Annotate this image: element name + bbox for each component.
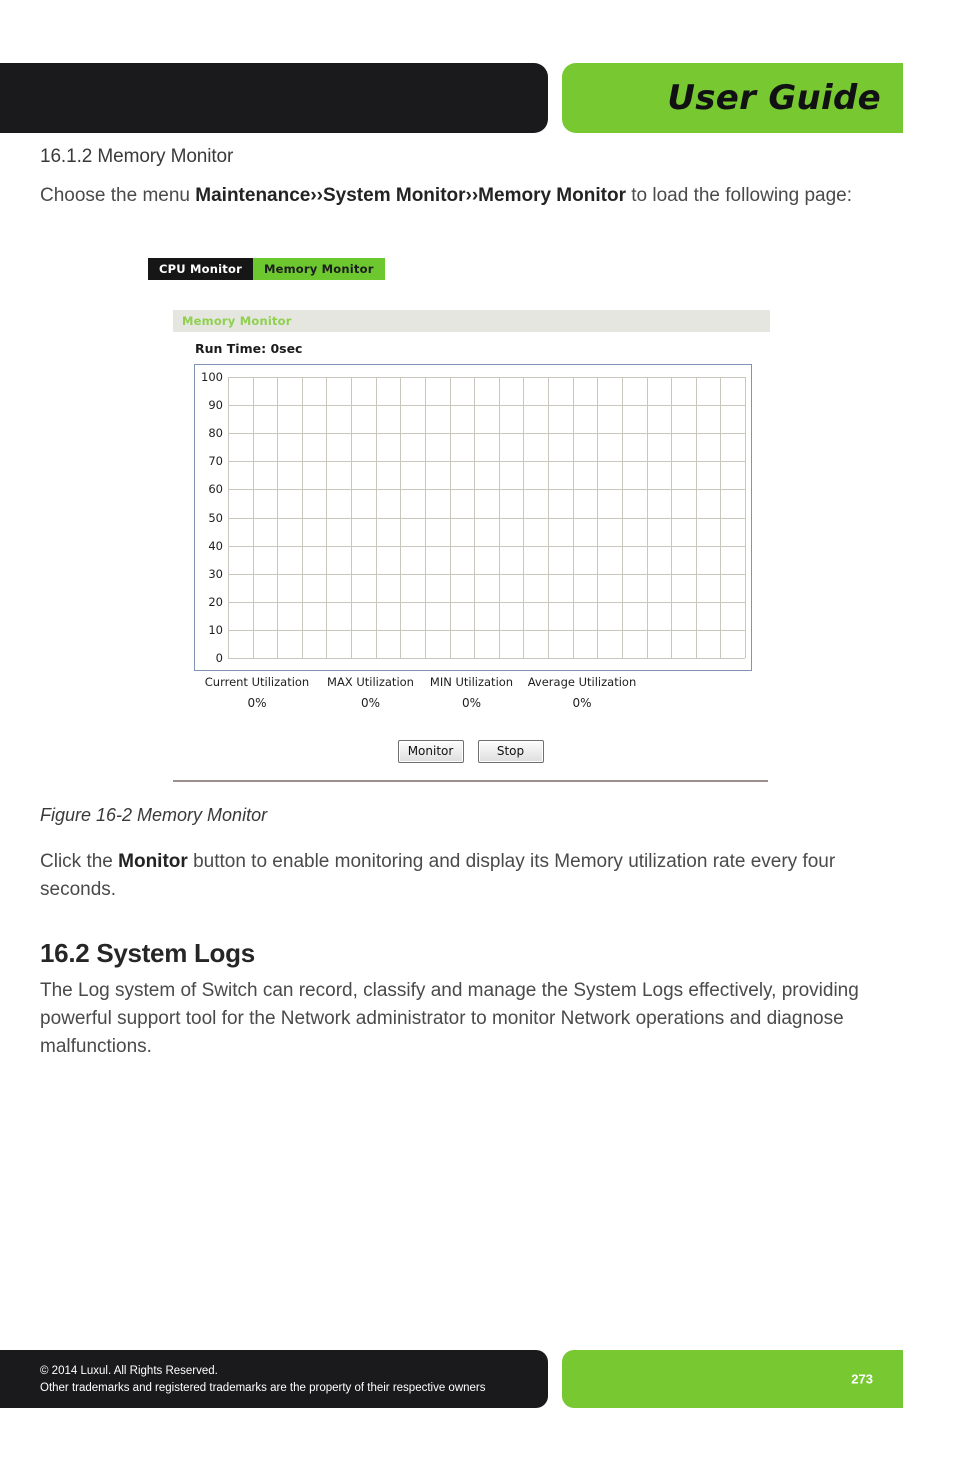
stats-value-row: 0% 0% 0% 0%: [194, 689, 752, 710]
chart-gridline-vertical: [277, 377, 279, 658]
chart-plot-area: 100 90 80 70 60 50 40 30 20 10 0: [201, 370, 746, 665]
chart-ytick-label: 0: [215, 651, 223, 665]
page-footer: © 2014 Luxul. All Rights Reserved. Other…: [0, 1350, 954, 1408]
chart-gridline-vertical: [301, 377, 303, 658]
figure-caption: Figure 16-2 Memory Monitor: [40, 805, 268, 825]
header-black-bar: [0, 63, 548, 133]
monitor-button[interactable]: Monitor: [397, 740, 464, 763]
run-time-label: Run Time: 0sec: [195, 341, 303, 356]
chart-gridline-horizontal: [228, 489, 745, 491]
chart-gridline-vertical: [597, 377, 599, 658]
intro-paragraph: Choose the menu Maintenance››System Moni…: [40, 182, 870, 210]
chart-ytick-label: 10: [208, 622, 223, 637]
chart-gridline-vertical: [252, 377, 254, 658]
page-header: User Guide: [0, 63, 954, 133]
footer-black-bar: © 2014 Luxul. All Rights Reserved. Other…: [0, 1350, 548, 1408]
tab-memory-monitor[interactable]: Memory Monitor: [252, 258, 385, 280]
header-green-bar: User Guide: [562, 63, 903, 133]
panel-header: Memory Monitor: [173, 310, 770, 332]
panel-title: Memory Monitor: [182, 314, 292, 328]
intro-suffix: to load the following page:: [625, 185, 853, 206]
chart-ytick-label: 20: [208, 594, 223, 609]
intro-menu-path: Maintenance››System Monitor››Memory Moni…: [195, 185, 626, 206]
button-row: Monitor Stop: [173, 740, 768, 763]
section2-body: The Log system of Switch can record, cla…: [40, 980, 859, 1057]
chart-gridline-vertical: [671, 377, 673, 658]
stop-button[interactable]: Stop: [477, 740, 544, 763]
chart-gridline-vertical: [695, 377, 697, 658]
chart-ytick-label: 40: [208, 538, 223, 553]
chart-gridline-horizontal: [228, 601, 745, 603]
stat-value-current: 0%: [247, 696, 267, 710]
chart-gridline-vertical: [745, 377, 746, 658]
section2-heading: 16.2 System Logs: [40, 938, 255, 968]
header-title: User Guide: [667, 78, 881, 118]
chart-gridline-vertical: [228, 377, 229, 658]
memory-monitor-panel: Memory Monitor Run Time: 0sec 100 90 80 70 6…: [173, 310, 770, 720]
chart-gridline-vertical: [720, 377, 722, 658]
chart-ytick-label: 100: [201, 370, 223, 384]
stat-value-average: 0%: [572, 696, 592, 710]
chart-gridline-vertical: [621, 377, 623, 658]
figure-separator: [173, 780, 768, 782]
monitor-description: Click the Monitor button to enable monit…: [40, 848, 870, 904]
footer-copyright: © 2014 Luxul. All Rights Reserved.: [40, 1365, 218, 1377]
page-number: 273: [851, 1371, 873, 1387]
stats-label-row: Current Utilization MAX Utilization MIN …: [194, 675, 752, 689]
chart-gridline-horizontal: [228, 658, 745, 659]
chart-gridline-vertical: [449, 377, 451, 658]
chart-gridline-vertical: [351, 377, 353, 658]
chart-gridline-horizontal: [228, 461, 745, 463]
chart-ytick-label: 80: [208, 426, 223, 441]
intro-prefix: Choose the menu: [40, 185, 196, 206]
chart-gridline-horizontal: [228, 629, 745, 631]
chart-gridline-vertical: [572, 377, 574, 658]
chart-gridline-vertical: [326, 377, 328, 658]
stat-value-max: 0%: [360, 696, 381, 710]
figure-memory-monitor: CPU Monitor Memory Monitor Memory Monito…: [148, 258, 788, 782]
chart-gridline-horizontal: [228, 517, 745, 519]
chart-gridline-vertical: [646, 377, 648, 658]
stat-label-max: MAX Utilization: [327, 675, 414, 689]
after-figure-content: Figure 16-2 Memory Monitor Click the Mon…: [40, 805, 914, 1065]
chart-gridline-vertical: [424, 377, 426, 658]
chart-gridline-vertical: [498, 377, 500, 658]
document-content: 16.1.2 Memory Monitor Choose the menu Ma…: [40, 146, 914, 214]
chart-gridline-horizontal: [228, 377, 745, 378]
chart-gridline-vertical: [375, 377, 377, 658]
memory-chart: 100 90 80 70 60 50 40 30 20 10 0: [194, 364, 752, 671]
chart-gridline-vertical: [523, 377, 525, 658]
chart-ytick-label: 50: [208, 510, 223, 525]
section-heading: 16.1.2 Memory Monitor: [40, 146, 234, 167]
chart-gridline-vertical: [400, 377, 402, 658]
chart-gridline-vertical: [474, 377, 476, 658]
stat-value-min: 0%: [461, 696, 482, 710]
footer-trademark: Other trademarks and registered trademar…: [40, 1382, 486, 1394]
chart-gridline-horizontal: [228, 573, 745, 575]
chart-ytick-label: 60: [208, 482, 223, 497]
tab-strip: CPU Monitor Memory Monitor: [148, 258, 385, 280]
stat-label-current: Current Utilization: [204, 675, 310, 689]
chart-ytick-label: 90: [208, 398, 223, 413]
panel-body: Run Time: 0sec 100 90 80 70 60 50 40 30 20 10 0 Cu…: [173, 332, 770, 720]
chart-gridline-horizontal: [228, 545, 745, 547]
tab-cpu-monitor[interactable]: CPU Monitor: [148, 258, 253, 280]
chart-ytick-label: 30: [208, 566, 223, 581]
monitor-desc-prefix: Click the: [40, 851, 119, 872]
utilization-stats: Current Utilization MAX Utilization MIN …: [194, 675, 752, 710]
monitor-desc-bold: Monitor: [118, 851, 188, 872]
chart-gridline-horizontal: [228, 405, 745, 407]
chart-ytick-label: 70: [208, 454, 223, 469]
stat-label-min: MIN Utilization: [429, 675, 514, 689]
chart-gridline-horizontal: [228, 433, 745, 435]
chart-gridline-vertical: [548, 377, 550, 658]
stat-label-average: Average Utilization: [527, 675, 637, 689]
footer-green-bar: 273: [562, 1350, 903, 1408]
